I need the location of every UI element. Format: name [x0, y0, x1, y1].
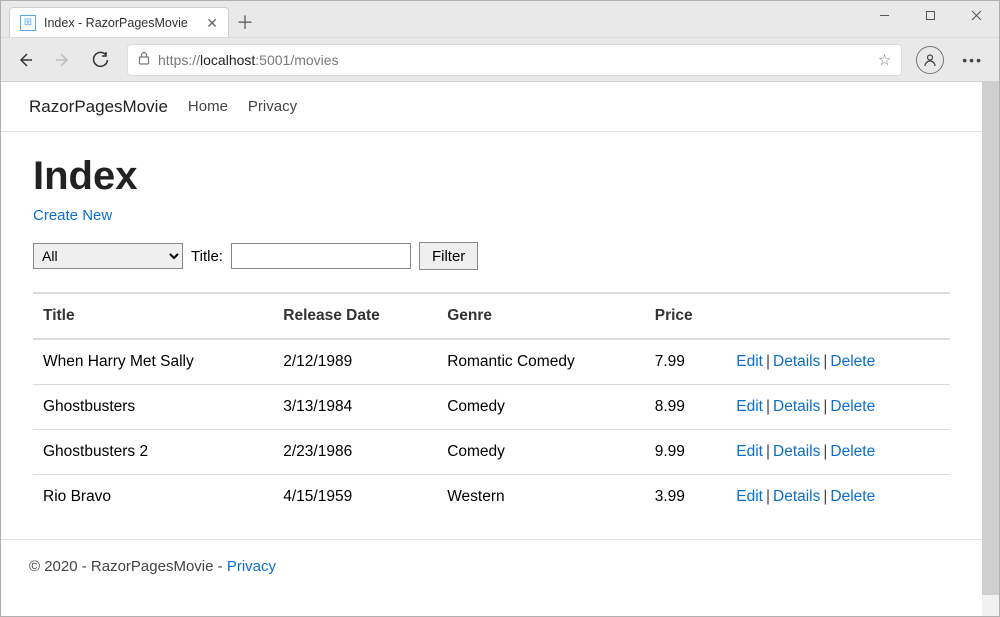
vertical-scrollbar[interactable]: [982, 82, 999, 616]
cell-genre: Western: [437, 475, 645, 520]
edit-link[interactable]: Edit: [736, 398, 763, 415]
col-actions: [726, 293, 950, 339]
tab-close-icon[interactable]: ✕: [206, 16, 218, 30]
movies-table: Title Release Date Genre Price When Harr…: [33, 292, 950, 519]
brand-link[interactable]: RazorPagesMovie: [29, 97, 168, 117]
col-price: Price: [645, 293, 727, 339]
cell-genre: Comedy: [437, 430, 645, 475]
footer-copyright: © 2020 - RazorPagesMovie -: [29, 558, 227, 575]
delete-link[interactable]: Delete: [830, 353, 875, 370]
favicon: ⊞: [20, 15, 36, 31]
cell-title: Ghostbusters 2: [33, 430, 273, 475]
cell-actions: Edit|Details|Delete: [726, 430, 950, 475]
cell-price: 7.99: [645, 339, 727, 385]
cell-date: 4/15/1959: [273, 475, 437, 520]
more-button[interactable]: •••: [958, 52, 987, 68]
edit-link[interactable]: Edit: [736, 353, 763, 370]
col-release-date: Release Date: [273, 293, 437, 339]
cell-price: 9.99: [645, 430, 727, 475]
page-title: Index: [33, 154, 950, 199]
footer: © 2020 - RazorPagesMovie - Privacy: [1, 539, 982, 593]
title-filter-label: Title:: [191, 248, 223, 265]
favorite-icon[interactable]: ☆: [878, 51, 891, 69]
filter-button[interactable]: Filter: [419, 242, 478, 270]
new-tab-button[interactable]: ＋: [229, 7, 261, 37]
cell-date: 2/12/1989: [273, 339, 437, 385]
url-text: https://localhost:5001/movies: [158, 52, 339, 68]
cell-price: 3.99: [645, 475, 727, 520]
details-link[interactable]: Details: [773, 398, 820, 415]
lock-icon: [138, 51, 150, 68]
cell-actions: Edit|Details|Delete: [726, 385, 950, 430]
window-close-button[interactable]: [953, 1, 999, 29]
filter-form: All Title: Filter: [33, 242, 950, 270]
delete-link[interactable]: Delete: [830, 488, 875, 505]
profile-button[interactable]: [916, 46, 944, 74]
delete-link[interactable]: Delete: [830, 443, 875, 460]
tab-title: Index - RazorPagesMovie: [44, 16, 188, 30]
browser-titlebar: ⊞ Index - RazorPagesMovie ✕ ＋: [1, 1, 999, 37]
address-bar[interactable]: https://localhost:5001/movies ☆: [127, 44, 902, 76]
table-row: Rio Bravo4/15/1959Western3.99Edit|Detail…: [33, 475, 950, 520]
col-title: Title: [33, 293, 273, 339]
cell-title: When Harry Met Sally: [33, 339, 273, 385]
window-maximize-button[interactable]: [907, 1, 953, 29]
col-genre: Genre: [437, 293, 645, 339]
browser-tab[interactable]: ⊞ Index - RazorPagesMovie ✕: [9, 7, 229, 37]
cell-actions: Edit|Details|Delete: [726, 475, 950, 520]
cell-genre: Comedy: [437, 385, 645, 430]
refresh-button[interactable]: [89, 48, 113, 72]
details-link[interactable]: Details: [773, 488, 820, 505]
details-link[interactable]: Details: [773, 353, 820, 370]
forward-button[interactable]: [51, 48, 75, 72]
cell-title: Rio Bravo: [33, 475, 273, 520]
cell-price: 8.99: [645, 385, 727, 430]
footer-privacy-link[interactable]: Privacy: [227, 558, 276, 575]
nav-home[interactable]: Home: [188, 98, 228, 115]
edit-link[interactable]: Edit: [736, 443, 763, 460]
window-minimize-button[interactable]: [861, 1, 907, 29]
table-row: Ghostbusters3/13/1984Comedy8.99Edit|Deta…: [33, 385, 950, 430]
cell-actions: Edit|Details|Delete: [726, 339, 950, 385]
nav-privacy[interactable]: Privacy: [248, 98, 297, 115]
cell-title: Ghostbusters: [33, 385, 273, 430]
back-button[interactable]: [13, 48, 37, 72]
cell-date: 3/13/1984: [273, 385, 437, 430]
cell-genre: Romantic Comedy: [437, 339, 645, 385]
delete-link[interactable]: Delete: [830, 398, 875, 415]
create-new-link[interactable]: Create New: [33, 207, 112, 224]
cell-date: 2/23/1986: [273, 430, 437, 475]
details-link[interactable]: Details: [773, 443, 820, 460]
table-row: Ghostbusters 22/23/1986Comedy9.99Edit|De…: [33, 430, 950, 475]
edit-link[interactable]: Edit: [736, 488, 763, 505]
browser-toolbar: https://localhost:5001/movies ☆ •••: [1, 37, 999, 81]
table-row: When Harry Met Sally2/12/1989Romantic Co…: [33, 339, 950, 385]
genre-select[interactable]: All: [33, 243, 183, 269]
app-navbar: RazorPagesMovie Home Privacy: [1, 82, 982, 132]
title-filter-input[interactable]: [231, 243, 411, 269]
